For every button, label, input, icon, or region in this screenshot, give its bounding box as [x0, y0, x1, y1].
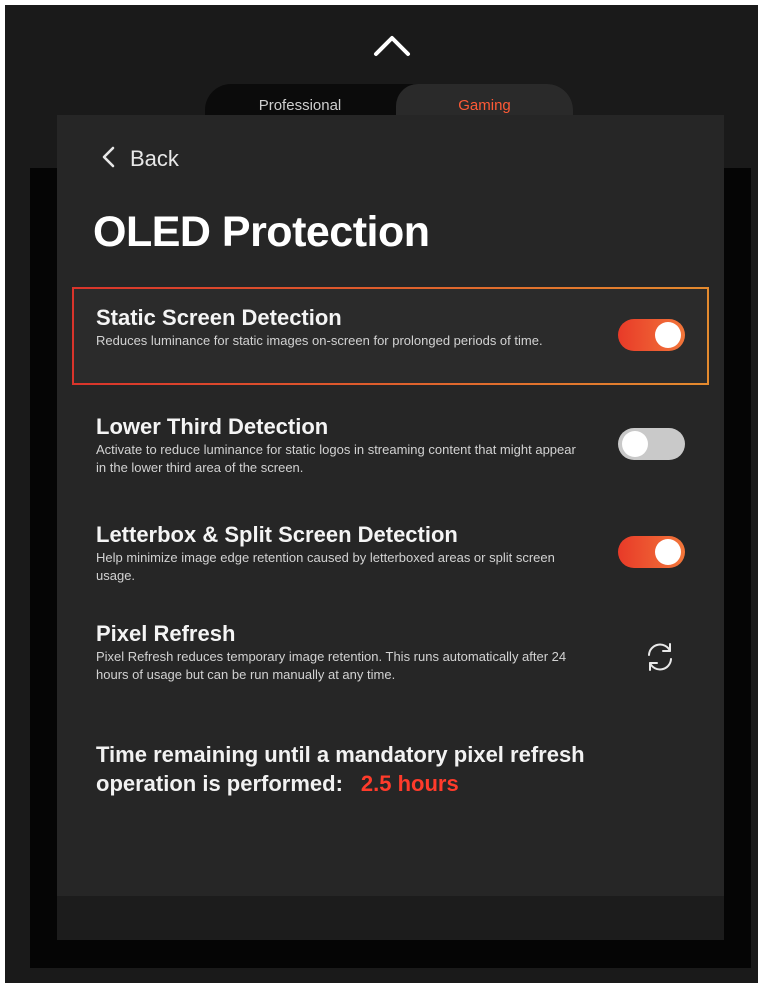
setting-static-screen-title: Static Screen Detection: [96, 305, 342, 330]
toggle-knob: [655, 322, 681, 348]
setting-lower-third-description: Activate to reduce luminance for static …: [96, 442, 576, 475]
setting-letterbox-title: Letterbox & Split Screen Detection: [96, 522, 458, 547]
panel-footer: [57, 896, 724, 940]
back-button[interactable]: Back: [100, 143, 179, 175]
chevron-up-icon[interactable]: [372, 30, 412, 60]
remaining-label: Time remaining until a mandatory pixel r…: [96, 742, 585, 796]
setting-pixel-refresh-description: Pixel Refresh reduces temporary image re…: [96, 649, 567, 682]
remaining-value: 2.5 hours: [360, 771, 459, 796]
toggle-knob: [622, 431, 648, 457]
setting-static-screen-description: Reduces luminance for static images on-s…: [96, 333, 543, 348]
toggle-knob: [655, 539, 681, 565]
page-title: OLED Protection: [93, 208, 430, 256]
setting-letterbox-description: Help minimize image edge retention cause…: [96, 550, 555, 583]
back-label: Back: [130, 146, 179, 171]
static-screen-toggle[interactable]: [618, 319, 685, 351]
setting-lower-third-title: Lower Third Detection: [96, 414, 329, 439]
refresh-remaining-text: Time remaining until a mandatory pixel r…: [96, 740, 616, 798]
letterbox-toggle[interactable]: [618, 536, 685, 568]
setting-pixel-refresh-title: Pixel Refresh: [96, 621, 236, 646]
refresh-icon[interactable]: [643, 640, 677, 674]
lower-third-toggle[interactable]: [618, 428, 685, 460]
chevron-left-icon: [100, 145, 116, 174]
